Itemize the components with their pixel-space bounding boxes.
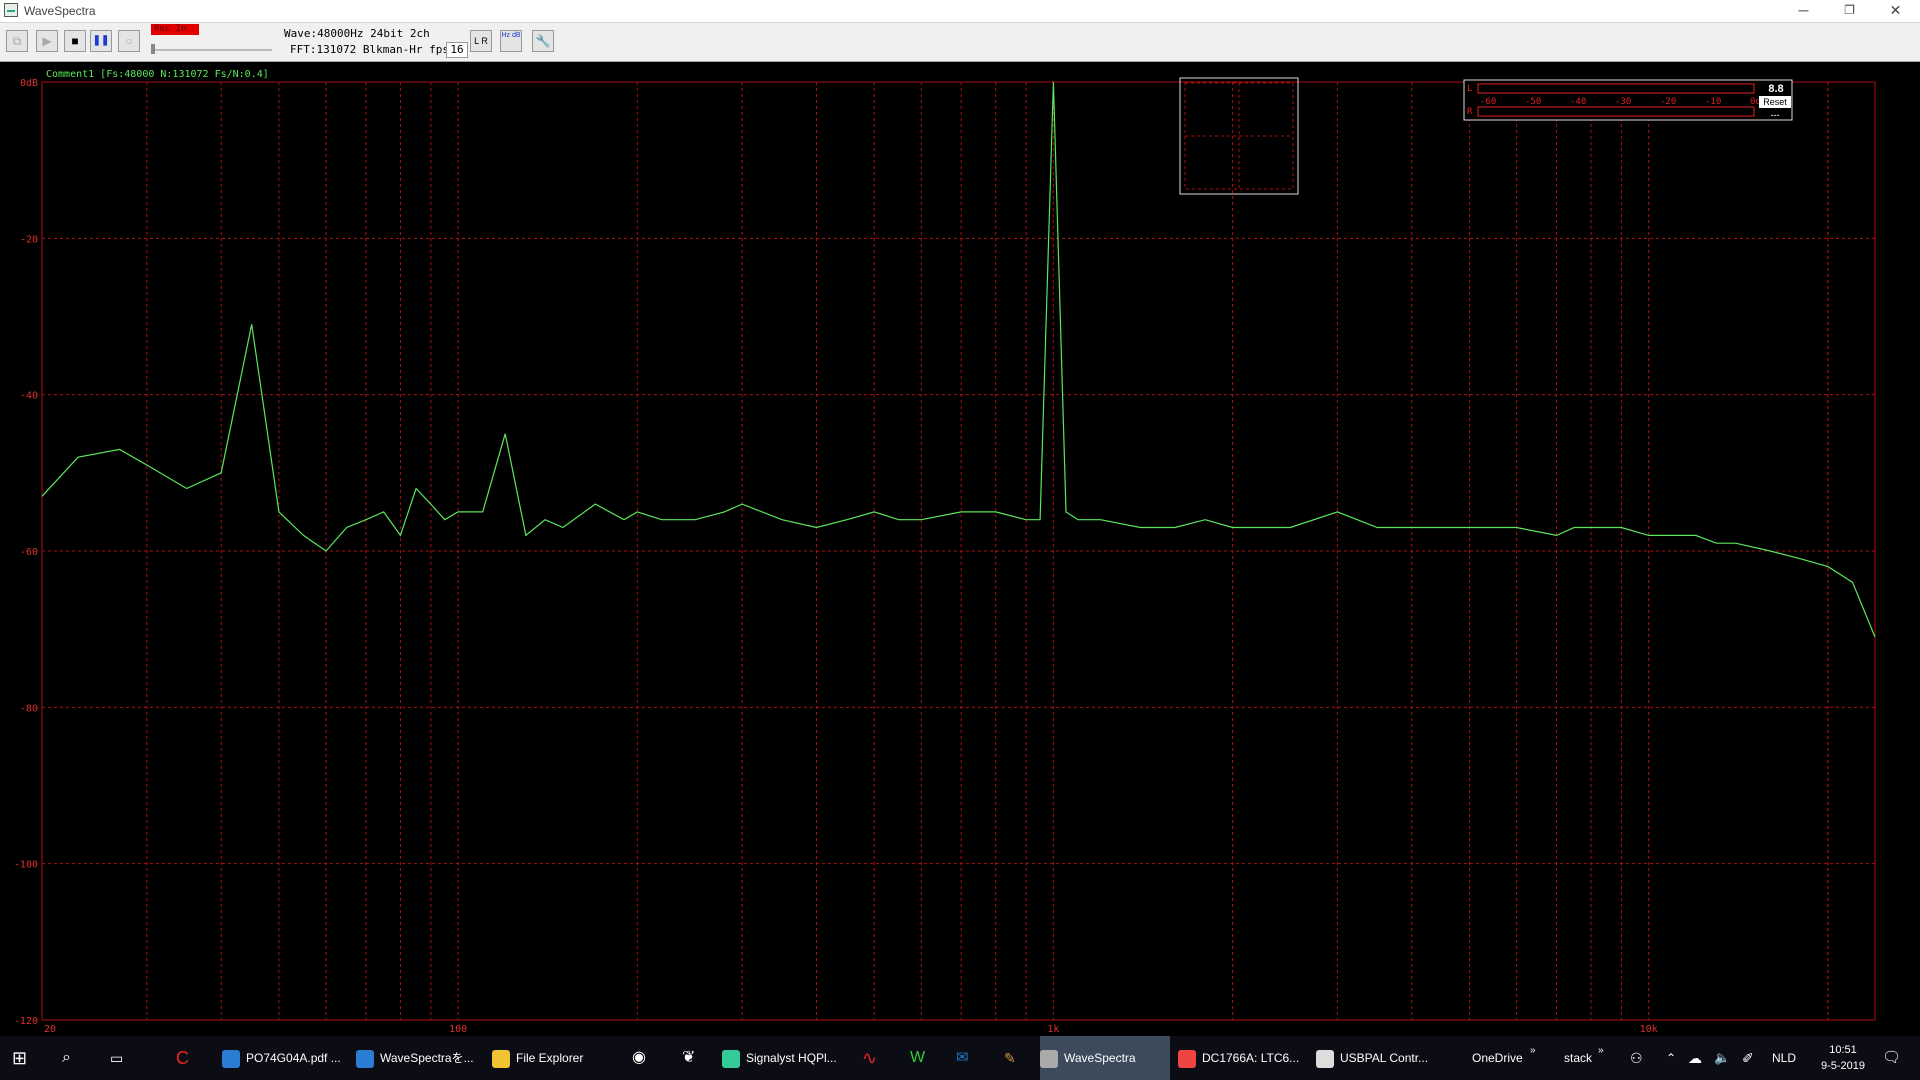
x-tick-label: 20 (44, 1024, 56, 1035)
onedrive-chevron-icon[interactable]: » (1530, 1036, 1536, 1080)
taskbar-item[interactable]: File Explorer (492, 1036, 612, 1080)
y-tick-label: -20 (20, 234, 38, 245)
taskbar-item-label: File Explorer (516, 1051, 584, 1065)
y-tick-label: -40 (20, 391, 38, 402)
windows-taskbar: ⊞ ⌕ ▭ C PO74G04A.pdf ... WaveSpectraを... F… (0, 1036, 1920, 1080)
meter-l-label: L (1467, 84, 1472, 94)
taskbar-item-label: PO74G04A.pdf ... (246, 1051, 341, 1065)
taskbar-item[interactable]: PO74G04A.pdf ... (222, 1036, 341, 1080)
meter-scale-label: -30 (1615, 97, 1631, 107)
wavespectra-icon (1040, 1049, 1058, 1068)
cloud-icon[interactable]: ☁ (1688, 1036, 1702, 1080)
lr-channel-button[interactable]: L R (470, 30, 492, 52)
taskbar-item[interactable]: WaveSpectraを... (356, 1036, 476, 1080)
taskbar-item-label: WaveSpectra (1064, 1051, 1136, 1065)
meter-scale-label: -10 (1705, 97, 1721, 107)
meter-reset-button[interactable]: Reset (1763, 97, 1787, 107)
spectrum-trace (41, 81, 1876, 638)
pause-button[interactable]: ❚❚ (90, 30, 112, 52)
y-tick-label: -60 (20, 547, 38, 558)
loop-button[interactable]: ○ (118, 30, 140, 52)
taskbar-item-label: WaveSpectraを... (380, 1051, 474, 1065)
plot-frame (41, 81, 1876, 1021)
meter-dash: --- (1771, 110, 1780, 120)
y-axis-ticks: 0dB -20 -40 -60 -80 -100 -120 (14, 78, 38, 1027)
search-icon[interactable]: ⌕ (62, 1036, 71, 1080)
plot-comment: Comment1 [Fs:48000 N:131072 Fs/N:0.4] (46, 69, 269, 80)
meter-peak-value: 8.8 (1768, 83, 1783, 95)
window-title: WaveSpectra (24, 4, 96, 18)
minimize-button[interactable]: ─ (1781, 0, 1826, 22)
y-tick-label: -120 (14, 1016, 38, 1027)
fft-settings-info: FFT:131072 Blkman-Hr fps: (290, 43, 456, 56)
onedrive-toolbar[interactable]: OneDrive (1472, 1036, 1523, 1080)
toolbar: ⧉ ▶ ■ ❚❚ ○ Rec In Wave:48000Hz 24bit 2ch… (0, 23, 1920, 62)
level-meter: L R -60 -50 -40 -30 -20 -10 0dB 8.8 Reset --- (1463, 79, 1793, 121)
meter-scale-label: -40 (1570, 97, 1586, 107)
circle-app-icon[interactable]: ◉ (632, 1036, 646, 1080)
meter-scale-label: -20 (1660, 97, 1676, 107)
wave-app-icon[interactable]: ∿ (862, 1036, 877, 1080)
meter-scale-label: -50 (1525, 97, 1541, 107)
stack-chevron-icon[interactable]: » (1598, 1036, 1604, 1080)
fox-app-icon[interactable]: ❦ (682, 1036, 695, 1080)
meter-r-label: R (1467, 107, 1473, 117)
x-tick-label: 100 (449, 1024, 467, 1035)
meter-scale-label: -60 (1480, 97, 1496, 107)
x-axis-ticks: 20 100 1k 10k (44, 1024, 1658, 1035)
clock-date: 9-5-2019 (1820, 1060, 1866, 1072)
plot-grid (41, 81, 1876, 1021)
w-app-icon[interactable]: W (910, 1036, 925, 1080)
y-tick-label: -80 (20, 703, 38, 714)
stop-button[interactable]: ■ (64, 30, 86, 52)
clock-time: 10:51 (1829, 1044, 1857, 1056)
input-level-slider[interactable] (152, 49, 272, 51)
outlook-icon[interactable]: ✉ (956, 1036, 969, 1080)
tool-app-icon[interactable]: ✎ (1004, 1036, 1016, 1080)
usbpal-icon (1316, 1049, 1334, 1068)
x-tick-label: 1k (1047, 1024, 1059, 1035)
x-tick-label: 10k (1640, 1024, 1658, 1035)
volume-icon[interactable]: 🔈 (1714, 1036, 1730, 1080)
task-view-icon[interactable]: ▭ (110, 1036, 123, 1080)
language-indicator[interactable]: NLD (1772, 1036, 1796, 1080)
chrome-icon (1178, 1049, 1196, 1068)
edge-icon (356, 1049, 374, 1068)
taskbar-item-label: DC1766A: LTC6... (1202, 1051, 1300, 1065)
taskbar-item[interactable]: Signalyst HQPl... (722, 1036, 846, 1080)
wavespectra-app-icon (4, 3, 18, 17)
restore-button[interactable]: ❐ (1827, 0, 1872, 22)
edge-icon (222, 1049, 240, 1068)
fps-field[interactable]: 16 (446, 42, 468, 58)
slider-thumb[interactable] (151, 44, 155, 54)
taskbar-item[interactable]: WaveSpectra (1040, 1036, 1170, 1080)
close-button[interactable]: ✕ (1873, 0, 1918, 22)
hz-db-button[interactable]: Hz dB (500, 30, 522, 52)
stack-toolbar[interactable]: stack (1564, 1036, 1592, 1080)
y-tick-label: -100 (14, 860, 38, 871)
taskbar-item[interactable]: USBPAL Contr... (1316, 1036, 1440, 1080)
taskbar-item-label: USBPAL Contr... (1340, 1051, 1429, 1065)
notification-icon[interactable]: 🗨 (1882, 1036, 1901, 1080)
play-button[interactable]: ▶ (36, 30, 58, 52)
record-icon[interactable]: ⧉ (6, 30, 28, 52)
hqplayer-icon (722, 1049, 740, 1068)
wave-format-info: Wave:48000Hz 24bit 2ch (284, 27, 430, 40)
tray-chevron-up-icon[interactable]: ⌃ (1666, 1036, 1676, 1080)
start-windows-icon[interactable]: ⊞ (12, 1036, 36, 1080)
cobra-app-icon[interactable]: C (176, 1036, 189, 1080)
phase-scope-box (1179, 77, 1299, 195)
pen-icon[interactable]: ✐ (1742, 1036, 1754, 1080)
taskbar-item[interactable]: DC1766A: LTC6... (1178, 1036, 1302, 1080)
settings-wrench-icon[interactable]: 🔧 (532, 30, 554, 52)
people-icon[interactable]: ⚇ (1630, 1036, 1643, 1080)
clock[interactable]: 10:51 9-5-2019 (1808, 1042, 1878, 1074)
y-tick-label: 0dB (20, 78, 38, 89)
title-bar: WaveSpectra ─ ❐ ✕ (0, 0, 1920, 23)
spectrum-plot: 0dB -20 -40 -60 -80 -100 -120 20 100 1k 10k Comme… (0, 62, 1920, 1036)
rec-in-indicator: Rec In (151, 24, 199, 35)
folder-icon (492, 1049, 510, 1068)
taskbar-item-label: Signalyst HQPl... (746, 1051, 837, 1065)
